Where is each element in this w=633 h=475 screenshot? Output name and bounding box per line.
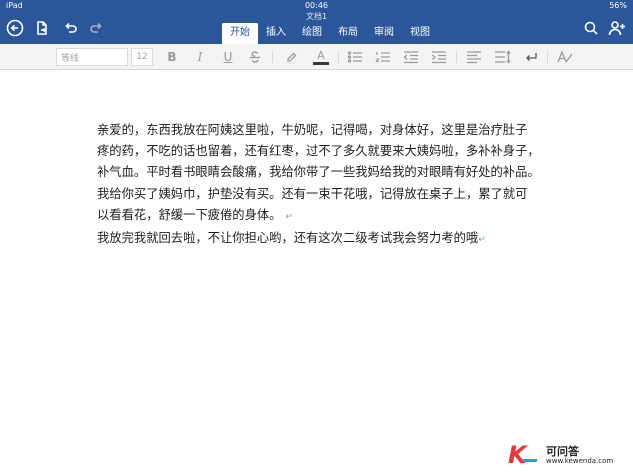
text-line-content: 我放完我就回去啦，不让你担心哟，还有这次二级考试我会努力考的哦 [97, 231, 479, 246]
font-color-letter: A [317, 48, 325, 62]
italic-button[interactable]: I [191, 48, 209, 66]
tab-view[interactable]: 视图 [402, 23, 438, 44]
strikethrough-icon[interactable] [246, 48, 264, 66]
text-line: 我放完我就回去啦，不让你担心哟，还有这次二级考试我会努力考的哦↵ [97, 228, 547, 251]
font-size-field[interactable]: 12 [131, 48, 153, 66]
undo-icon[interactable] [59, 17, 81, 39]
text-line: 我给你买了姨妈巾，护垫没有买。还有一束干花哦，记得放在桌子上，累了就可 [97, 186, 528, 201]
align-icon[interactable] [464, 48, 484, 66]
status-time: 00:46 [304, 1, 329, 10]
paragraph-mark: ↵ [285, 211, 293, 222]
watermark-logo: K [508, 441, 527, 469]
font-name-field[interactable]: 等线 [56, 48, 128, 66]
styles-icon[interactable] [555, 48, 575, 66]
watermark: K 可问答 www.kewenda.com [508, 441, 633, 471]
increase-indent-icon[interactable] [429, 48, 449, 66]
status-battery: 56% [609, 1, 627, 10]
tab-home[interactable]: 开始 [222, 23, 258, 44]
numbering-icon[interactable] [373, 48, 393, 66]
redo-icon[interactable] [86, 17, 108, 39]
tab-layout[interactable]: 布局 [330, 23, 366, 44]
app-bar: iPad 00:46 56% 文档1 开始 插入 绘图 布局 审阅 视图 [0, 0, 633, 44]
tab-draw[interactable]: 绘图 [294, 23, 330, 44]
font-color-icon[interactable]: A [310, 48, 332, 66]
decrease-indent-icon[interactable] [401, 48, 421, 66]
text-line-content: 以看看花，舒缓一下疲倦的身体。 [97, 207, 282, 222]
bold-button[interactable]: B [163, 48, 181, 66]
line-spacing-icon[interactable] [492, 48, 514, 66]
tab-review[interactable]: 审阅 [366, 23, 402, 44]
text-line: 疼的药，不吃的话也留着，还有红枣，过不了多久就要来大姨妈啦，多补补身子， [97, 144, 540, 159]
text-line: 以看看花，舒缓一下疲倦的身体。 ↵ [97, 205, 547, 228]
watermark-url: www.kewenda.com [546, 457, 614, 465]
text-line: 补气血。平时看书眼睛会酸痛，我给你带了一些我妈给我的对眼睛有好处的补品。 [97, 165, 540, 180]
tab-insert[interactable]: 插入 [258, 23, 294, 44]
formatting-ribbon: 等线 12 B I U A [0, 44, 633, 70]
ribbon-tabs: 开始 插入 绘图 布局 审阅 视图 [222, 23, 438, 44]
back-circle-icon[interactable] [4, 17, 26, 39]
search-icon[interactable] [580, 17, 602, 39]
underline-button[interactable]: U [219, 48, 237, 66]
paragraph-mark: ↵ [478, 235, 486, 246]
add-person-icon[interactable] [606, 17, 628, 39]
highlighter-icon[interactable] [281, 48, 301, 66]
paragraph-mark-icon[interactable] [521, 48, 541, 66]
text-line: 亲爱的，东西我放在阿姨这里啦，牛奶呢，记得喝，对身体好，这里是治疗肚子 [97, 123, 528, 137]
bullets-icon[interactable] [345, 48, 365, 66]
file-icon[interactable] [31, 17, 53, 39]
document-body[interactable]: 亲爱的，东西我放在阿姨这里啦，牛奶呢，记得喝，对身体好，这里是治疗肚子 疼的药，… [97, 120, 547, 251]
